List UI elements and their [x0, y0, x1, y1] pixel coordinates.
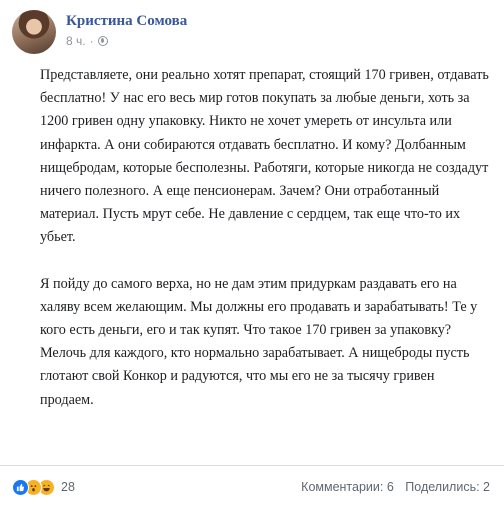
post-footer: 28 Комментарии: 6 Поделились: 2 [12, 476, 490, 498]
facebook-post: Кристина Сомова 8 ч. · Представляете, он… [0, 0, 504, 507]
post-time[interactable]: 8 ч. [66, 34, 86, 48]
post-stats: Комментарии: 6 Поделились: 2 [301, 480, 490, 494]
time-row: 8 ч. · [66, 34, 187, 48]
reactions-summary[interactable]: 28 [12, 478, 75, 496]
comments-count-link[interactable]: Комментарии: 6 [301, 480, 394, 494]
footer-divider [0, 465, 504, 466]
post-header: Кристина Сомова 8 ч. · [12, 10, 187, 54]
shares-count-link[interactable]: Поделились: 2 [405, 480, 490, 494]
post-paragraph-2: Я пойду до самого верха, но не дам этим … [40, 275, 478, 408]
post-paragraph-1: Представляете, они реально хотят препара… [40, 67, 489, 246]
separator-dot: · [89, 34, 94, 48]
author-name[interactable]: Кристина Сомова [66, 12, 187, 30]
reaction-count: 28 [61, 480, 75, 494]
like-icon [12, 478, 29, 496]
avatar[interactable] [12, 10, 56, 54]
globe-icon[interactable] [97, 36, 108, 46]
post-body: Представляете, они реально хотят препара… [40, 64, 490, 412]
post-meta: Кристина Сомова 8 ч. · [66, 13, 187, 48]
